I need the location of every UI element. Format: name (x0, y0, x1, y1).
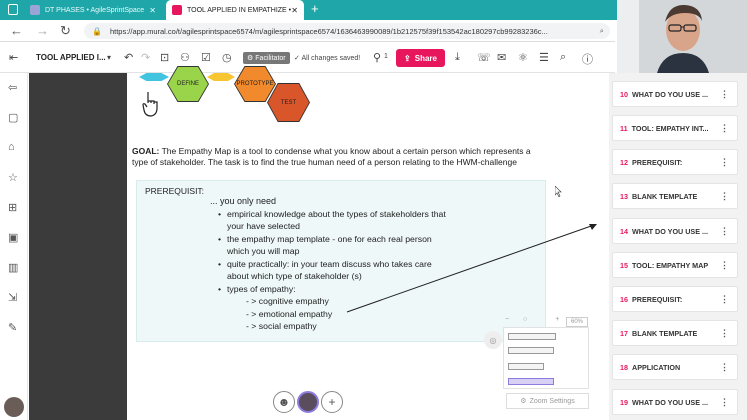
more-options-icon[interactable]: ⋮ (720, 191, 729, 202)
outline-item-number: 17 (620, 328, 628, 338)
outline-item-number: 12 (620, 157, 628, 167)
outline-item-label: APPLICATION (632, 362, 681, 372)
outline-item[interactable]: 19 WHAT DO YOU USE ... ⋮ (612, 389, 738, 415)
more-options-icon[interactable]: ⋮ (720, 89, 729, 100)
outline-item-label: WHAT DO YOU USE ... (632, 226, 709, 236)
avatar[interactable] (297, 391, 319, 413)
more-options-icon[interactable]: ⋮ (720, 362, 729, 373)
minimap-row (508, 347, 554, 354)
outline-item[interactable]: 10 WHAT DO YOU USE ... ⋮ (612, 81, 738, 107)
outline-item-number: 13 (620, 191, 628, 201)
outline-item[interactable]: 12 PREREQUISIT: ⋮ (612, 149, 738, 175)
outline-item-label: TOOL: EMPATHY INT... (631, 123, 709, 133)
mouse-pointer-icon (555, 186, 562, 197)
outline-item-number: 14 (620, 226, 628, 236)
zoom-slider-icon[interactable]: ○ (523, 316, 527, 323)
outline-item[interactable]: 13 BLANK TEMPLATE ⋮ (612, 183, 738, 209)
outline-item-label: BLANK TEMPLATE (632, 191, 698, 201)
zoom-settings-button[interactable]: ⚙ Zoom Settings (506, 393, 589, 409)
outline-item-number: 10 (620, 89, 628, 99)
outline-item[interactable]: 17 BLANK TEMPLATE ⋮ (612, 320, 738, 346)
outline-item-number: 18 (620, 362, 628, 372)
zoom-controls: − ○ + (505, 316, 559, 323)
outline-item-label: PREREQUISIT: (632, 294, 683, 304)
outline-item[interactable]: 11 TOOL: EMPATHY INT... ⋮ (612, 115, 738, 141)
more-options-icon[interactable]: ⋮ (720, 157, 729, 168)
emoji-reaction-icon[interactable]: ☻ (273, 391, 295, 413)
outline-item-label: WHAT DO YOU USE ... (632, 89, 709, 99)
zoom-settings-label: Zoom Settings (529, 397, 575, 405)
outline-item-label: WHAT DO YOU USE ... (632, 397, 709, 407)
more-options-icon[interactable]: ⋮ (720, 260, 729, 271)
outline-item-label: TOOL: EMPATHY MAP (632, 260, 709, 270)
add-collaborator-icon[interactable]: + (321, 391, 343, 413)
outline-item-number: 11 (620, 123, 628, 133)
outline-item[interactable]: 18 APPLICATION ⋮ (612, 354, 738, 380)
more-options-icon[interactable]: ⋮ (720, 123, 729, 134)
outline-item-number: 16 (620, 294, 628, 304)
outline-item-label: BLANK TEMPLATE (632, 328, 698, 338)
minimap[interactable] (503, 327, 589, 389)
minimap-viewport[interactable] (508, 378, 554, 385)
outline-divider (597, 73, 609, 420)
zoom-level[interactable]: 60% (566, 317, 588, 327)
outline-item[interactable]: 15 TOOL: EMPATHY MAP ⋮ (612, 252, 738, 278)
outline-item[interactable]: 16 PREREQUISIT: ⋮ (612, 286, 738, 312)
outline-item[interactable]: 14 WHAT DO YOU USE ... ⋮ (612, 218, 738, 244)
webcam-video (617, 0, 747, 73)
more-options-icon[interactable]: ⋮ (720, 226, 729, 237)
outline-item-number: 19 (620, 397, 628, 407)
presenter-video-frame (617, 0, 747, 73)
gear-icon: ⚙ (520, 398, 527, 405)
fit-screen-icon[interactable]: ◎ (484, 331, 502, 349)
more-options-icon[interactable]: ⋮ (720, 328, 729, 339)
zoom-in-icon[interactable]: + (555, 316, 559, 323)
more-options-icon[interactable]: ⋮ (720, 294, 729, 305)
zoom-out-icon[interactable]: − (505, 316, 509, 323)
more-options-icon[interactable]: ⋮ (720, 397, 729, 408)
outline-item-label: PREREQUISIT: (632, 157, 683, 167)
outline-item-number: 15 (620, 260, 628, 270)
minimap-row (508, 363, 544, 370)
minimap-row (508, 333, 556, 340)
